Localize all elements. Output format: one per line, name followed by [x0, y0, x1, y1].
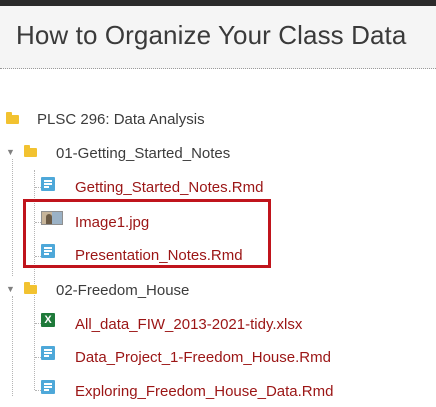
page-title: How to Organize Your Class Data	[16, 20, 407, 50]
page-header: How to Organize Your Class Data	[0, 6, 436, 69]
tree-item-folder[interactable]: ▼ 02-Freedom_House	[0, 282, 260, 300]
excel-icon: X	[41, 313, 55, 327]
tree-item-label: 02-Freedom_House	[56, 282, 190, 299]
tree-item-label: Getting_Started_Notes.Rmd	[75, 179, 264, 196]
tree-item-label: All_data_FIW_2013-2021-tidy.xlsx	[75, 316, 303, 333]
tree-item-label: Data_Project_1-Freedom_House.Rmd	[75, 349, 331, 366]
caret-down-icon[interactable]: ▼	[6, 284, 15, 294]
tree-item-folder[interactable]: ▼ 01-Getting_Started_Notes	[0, 145, 280, 163]
document-icon	[41, 177, 55, 191]
tree-item-file[interactable]: Data_Project_1-Freedom_House.Rmd	[0, 346, 350, 367]
tree-item-file[interactable]: Getting_Started_Notes.Rmd	[0, 177, 300, 197]
tree-item-label: Exploring_Freedom_House_Data.Rmd	[75, 383, 334, 400]
tree-item-label: PLSC 296: Data Analysis	[37, 111, 205, 128]
highlight-box	[23, 199, 271, 268]
tree-item-label: 01-Getting_Started_Notes	[56, 145, 231, 162]
caret-down-icon[interactable]: ▼	[6, 147, 15, 157]
folder-icon	[6, 112, 19, 124]
folder-icon	[24, 282, 37, 294]
tree-guide-line	[12, 296, 13, 396]
tree-item-root[interactable]: PLSC 296: Data Analysis	[0, 111, 260, 129]
document-icon	[41, 346, 55, 360]
tree-item-file[interactable]: Exploring_Freedom_House_Data.Rmd	[0, 380, 350, 401]
document-icon	[41, 380, 55, 394]
folder-icon	[24, 145, 37, 157]
tree-item-file[interactable]: X All_data_FIW_2013-2021-tidy.xlsx	[0, 313, 320, 334]
